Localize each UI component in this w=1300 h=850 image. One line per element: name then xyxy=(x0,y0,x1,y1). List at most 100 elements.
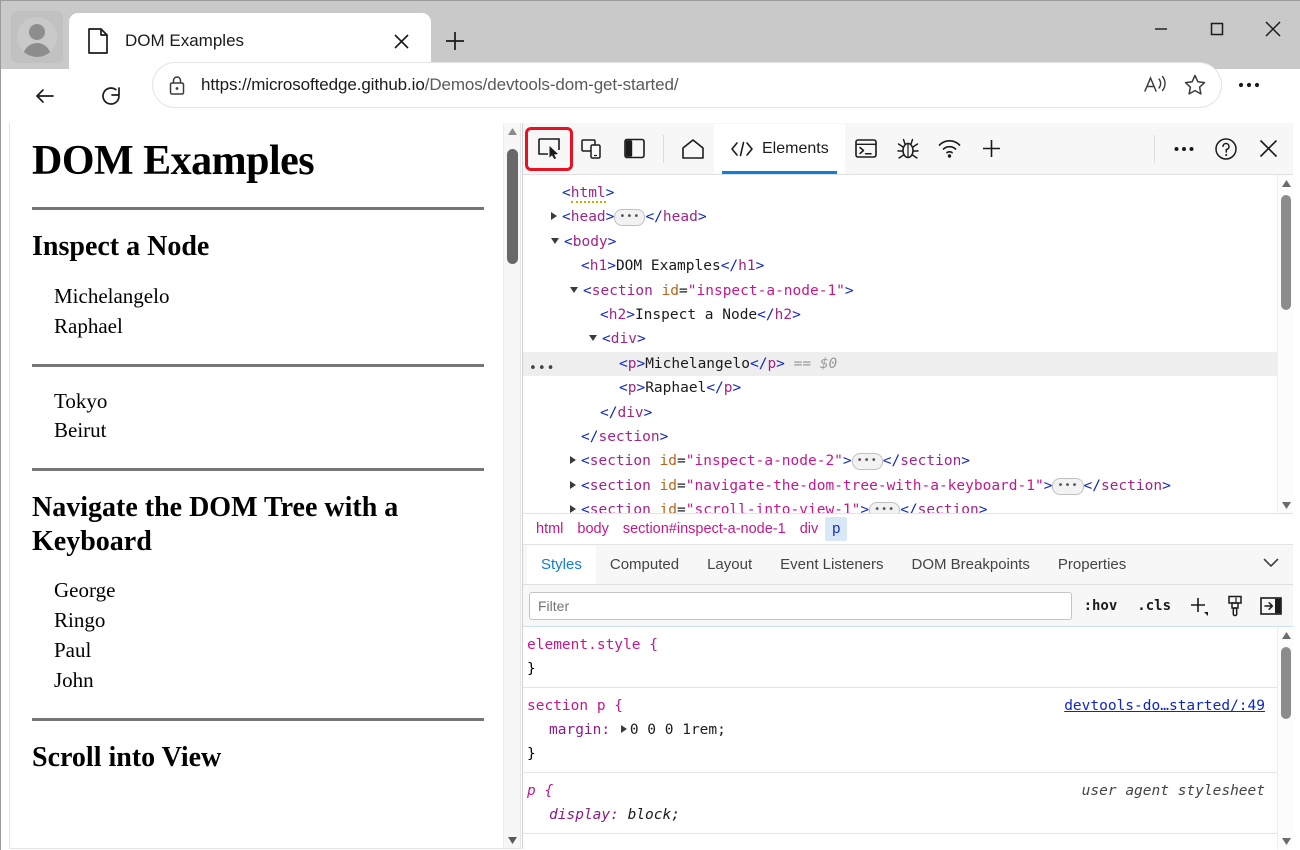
sidebar-tab-styles[interactable]: Styles xyxy=(527,545,596,584)
dom-token: </ xyxy=(645,209,663,226)
dom-tree-node[interactable]: </div> xyxy=(523,401,1293,425)
sidebar-tab-dom-breakpoints[interactable]: DOM Breakpoints xyxy=(898,546,1044,584)
cls-toggle-button[interactable]: .cls xyxy=(1129,598,1179,614)
copy-styles-button[interactable] xyxy=(1219,591,1251,621)
dom-tree-node[interactable]: ••• <p>Michelangelo</p> == $0 xyxy=(523,351,1293,377)
dock-side-button[interactable] xyxy=(613,130,655,168)
expand-shorthand-icon[interactable] xyxy=(620,725,627,733)
styles-scrollbar[interactable] xyxy=(1277,627,1293,849)
scroll-down-button[interactable] xyxy=(1278,833,1293,849)
profile-button[interactable] xyxy=(11,11,63,63)
sidebar-tab-event-listeners[interactable]: Event Listeners xyxy=(766,546,897,584)
breadcrumb-item[interactable]: html xyxy=(529,517,570,541)
chevron-down-icon[interactable] xyxy=(589,335,597,342)
expand-children-badge[interactable]: ••• xyxy=(1052,477,1084,495)
stylesheet-source-link[interactable]: devtools-do…started/:49 xyxy=(1064,694,1265,718)
expand-children-badge[interactable]: ••• xyxy=(614,209,646,227)
dom-tree-node[interactable]: <section id="inspect-a-node-2"> ••• </sect… xyxy=(523,449,1293,473)
dom-tree-node[interactable]: <section id="navigate-the-dom-tree-with-… xyxy=(523,474,1293,498)
scroll-up-button[interactable] xyxy=(504,123,520,140)
sidebar-tabs[interactable]: Styles Computed Layout Event Listeners DOM B… xyxy=(523,545,1293,585)
style-rule[interactable]: section p {devtools-do…started/:49 margin… xyxy=(523,688,1293,773)
new-style-rule-button[interactable] xyxy=(1183,591,1215,621)
maximize-button[interactable] xyxy=(1189,1,1245,57)
chevron-down-icon xyxy=(1281,501,1291,509)
scroll-down-button[interactable] xyxy=(504,832,520,848)
chevron-right-icon[interactable] xyxy=(570,456,576,465)
expand-children-badge[interactable]: ••• xyxy=(851,453,883,471)
chevron-right-icon[interactable] xyxy=(570,505,576,513)
styles-filter-input[interactable] xyxy=(529,591,1072,620)
breadcrumb-item[interactable]: p xyxy=(825,517,848,541)
tab-close-button[interactable] xyxy=(383,23,419,59)
dom-tree-node[interactable]: <body> xyxy=(523,230,1293,254)
scrollbar-thumb[interactable] xyxy=(507,149,518,264)
dom-tree-node[interactable]: <h2>Inspect a Node</h2> xyxy=(523,303,1293,327)
home-button[interactable] xyxy=(672,130,714,168)
styles-rules-pane[interactable]: element.style {} section p {devtools-do…s… xyxy=(523,627,1293,849)
sidebar-tab-properties[interactable]: Properties xyxy=(1044,546,1140,584)
minimize-button[interactable] xyxy=(1133,1,1189,57)
dom-tree-node[interactable]: <div> xyxy=(523,327,1293,351)
read-aloud-button[interactable] xyxy=(1135,65,1175,105)
section-heading-scroll-into-view: Scroll into View xyxy=(32,741,222,773)
toggle-computed-pane-button[interactable] xyxy=(1255,591,1287,621)
browser-settings-button[interactable] xyxy=(1229,65,1269,105)
devtools-more-button[interactable] xyxy=(1163,130,1205,168)
close-window-button[interactable] xyxy=(1245,1,1300,57)
scroll-up-button[interactable] xyxy=(1278,175,1293,191)
address-bar[interactable]: https://microsoftedge.github.io/Demos/de… xyxy=(153,63,1221,107)
dom-tree-node[interactable]: <html> xyxy=(523,181,1293,205)
chevron-down-icon[interactable] xyxy=(551,237,559,244)
site-info-button[interactable] xyxy=(153,74,201,96)
style-rule[interactable]: element.style {} xyxy=(523,627,1293,688)
sidebar-tab-computed[interactable]: Computed xyxy=(596,546,693,584)
chevron-down-icon xyxy=(1281,837,1291,845)
inspect-element-button[interactable] xyxy=(525,126,573,171)
tab-elements[interactable]: Elements xyxy=(714,123,845,174)
css-declaration[interactable]: display: block; xyxy=(527,803,1283,827)
sidebar-tab-layout[interactable]: Layout xyxy=(693,546,766,584)
chevron-right-icon[interactable] xyxy=(570,480,576,489)
hov-toggle-button[interactable]: :hov xyxy=(1076,598,1126,614)
devtools-help-button[interactable] xyxy=(1205,130,1247,168)
plus-icon xyxy=(1191,597,1208,616)
breadcrumb-item[interactable]: body xyxy=(570,517,615,541)
console-button[interactable] xyxy=(845,130,887,168)
dom-tree-node[interactable]: <section id="inspect-a-node-1"> xyxy=(523,279,1293,303)
css-declaration[interactable]: margin: 0 0 0 1rem; xyxy=(527,718,1283,742)
debugger-button[interactable] xyxy=(887,130,929,168)
add-panel-button[interactable] xyxy=(971,130,1013,168)
subtabs-overflow-button[interactable] xyxy=(1263,555,1279,573)
dom-tree-node[interactable]: <section id="scroll-into-view-1"> ••• </se… xyxy=(523,498,1293,513)
device-emulation-button[interactable] xyxy=(571,130,613,168)
dom-tree-node[interactable]: <p>Raphael</p> xyxy=(523,376,1293,400)
dom-tree-node[interactable]: <head> ••• </head> xyxy=(523,205,1293,229)
dom-token: </ xyxy=(749,355,768,372)
scrollbar-thumb[interactable] xyxy=(1281,195,1291,310)
chevron-down-icon[interactable] xyxy=(570,286,578,293)
dom-tree[interactable]: <html> <head> ••• </head> <body> <h1>DOM Exam… xyxy=(523,175,1293,513)
breadcrumb[interactable]: html body section#inspect-a-node-1 div p xyxy=(523,513,1293,545)
dom-token: "navigate-the-dom-tree-with-a-keyboard-1… xyxy=(685,477,1044,494)
rule-selector[interactable]: element.style { xyxy=(527,633,1283,657)
scroll-down-button[interactable] xyxy=(1278,497,1293,513)
browser-tab[interactable]: DOM Examples xyxy=(69,13,431,69)
scroll-up-button[interactable] xyxy=(1278,627,1293,643)
breadcrumb-item[interactable]: div xyxy=(793,517,826,541)
dom-tree-scrollbar[interactable] xyxy=(1277,175,1293,513)
page-scrollbar[interactable] xyxy=(503,123,520,848)
dom-tree-node[interactable]: </section> xyxy=(523,425,1293,449)
scrollbar-thumb[interactable] xyxy=(1281,647,1291,719)
dom-tree-node[interactable]: <h1>DOM Examples</h1> xyxy=(523,254,1293,278)
breadcrumb-item[interactable]: section#inspect-a-node-1 xyxy=(616,517,793,541)
back-button[interactable] xyxy=(25,76,65,116)
refresh-button[interactable] xyxy=(91,76,131,116)
style-rule[interactable]: p {user agent stylesheet display: block; xyxy=(523,773,1293,834)
favorite-button[interactable] xyxy=(1175,65,1215,105)
devtools-close-button[interactable] xyxy=(1247,130,1289,168)
chevron-right-icon[interactable] xyxy=(551,212,557,221)
expand-children-badge[interactable]: ••• xyxy=(869,502,901,513)
network-button[interactable] xyxy=(929,130,971,168)
new-tab-button[interactable] xyxy=(435,21,475,61)
